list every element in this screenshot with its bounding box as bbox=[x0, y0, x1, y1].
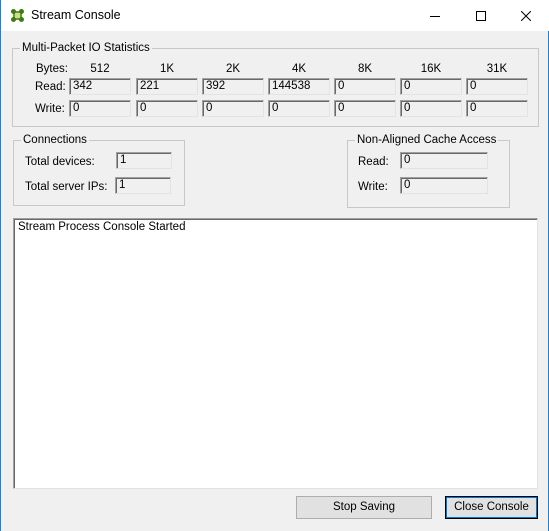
close-icon bbox=[521, 10, 531, 21]
read-label: Read: bbox=[35, 81, 66, 93]
bytes-label: Bytes: bbox=[36, 63, 68, 75]
minimize-button[interactable] bbox=[412, 0, 458, 31]
cache-read-field: 0 bbox=[400, 152, 488, 169]
maximize-button[interactable] bbox=[458, 0, 504, 31]
read-field-1k: 221 bbox=[136, 78, 198, 95]
read-field-512: 342 bbox=[69, 78, 131, 95]
write-field-2k: 0 bbox=[202, 100, 264, 117]
read-field-2k: 392 bbox=[202, 78, 264, 95]
stream-app-icon bbox=[11, 9, 24, 22]
total-devices-label: Total devices: bbox=[25, 156, 95, 168]
close-window-button[interactable] bbox=[503, 0, 549, 31]
close-console-button[interactable]: Close Console bbox=[445, 496, 538, 519]
maximize-icon bbox=[476, 10, 486, 21]
column-header-2k: 2K bbox=[225, 63, 241, 75]
column-header-4k: 4K bbox=[291, 63, 307, 75]
group-title: Non-Aligned Cache Access bbox=[355, 133, 499, 147]
column-header-1k: 1K bbox=[159, 63, 175, 75]
stop-saving-button[interactable]: Stop Saving bbox=[296, 496, 432, 519]
connections-group: Connections bbox=[13, 133, 185, 206]
write-field-8k: 0 bbox=[334, 100, 396, 117]
write-label: Write: bbox=[35, 103, 65, 115]
read-field-4k: 144538 bbox=[268, 78, 330, 95]
cache-read-label: Read: bbox=[358, 156, 389, 168]
column-header-512: 512 bbox=[90, 63, 110, 75]
write-field-4k: 0 bbox=[268, 100, 330, 117]
group-title: Connections bbox=[21, 133, 89, 147]
non-aligned-cache-group: Non-Aligned Cache Access bbox=[347, 133, 510, 208]
minimize-icon bbox=[430, 15, 440, 17]
console-output[interactable]: Stream Process Console Started bbox=[13, 218, 538, 489]
column-header-8k: 8K bbox=[357, 63, 373, 75]
cache-write-field: 0 bbox=[400, 177, 488, 194]
write-field-512: 0 bbox=[69, 100, 131, 117]
total-devices-field: 1 bbox=[116, 152, 172, 169]
group-title: Multi-Packet IO Statistics bbox=[20, 41, 152, 55]
read-field-31k: 0 bbox=[466, 78, 528, 95]
write-field-16k: 0 bbox=[400, 100, 462, 117]
column-header-31k: 31K bbox=[486, 63, 508, 75]
stream-console-window: Stream Console Multi-Packet IO Statistic… bbox=[0, 0, 549, 531]
title-bar[interactable]: Stream Console bbox=[1, 0, 549, 31]
read-field-16k: 0 bbox=[400, 78, 462, 95]
read-field-8k: 0 bbox=[334, 78, 396, 95]
column-header-16k: 16K bbox=[420, 63, 442, 75]
write-field-31k: 0 bbox=[466, 100, 528, 117]
total-server-ips-field: 1 bbox=[115, 177, 171, 194]
cache-write-label: Write: bbox=[358, 181, 388, 193]
console-line: Stream Process Console Started bbox=[18, 221, 186, 233]
total-server-ips-label: Total server IPs: bbox=[25, 181, 108, 193]
window-title: Stream Console bbox=[31, 8, 121, 22]
write-field-1k: 0 bbox=[136, 100, 198, 117]
